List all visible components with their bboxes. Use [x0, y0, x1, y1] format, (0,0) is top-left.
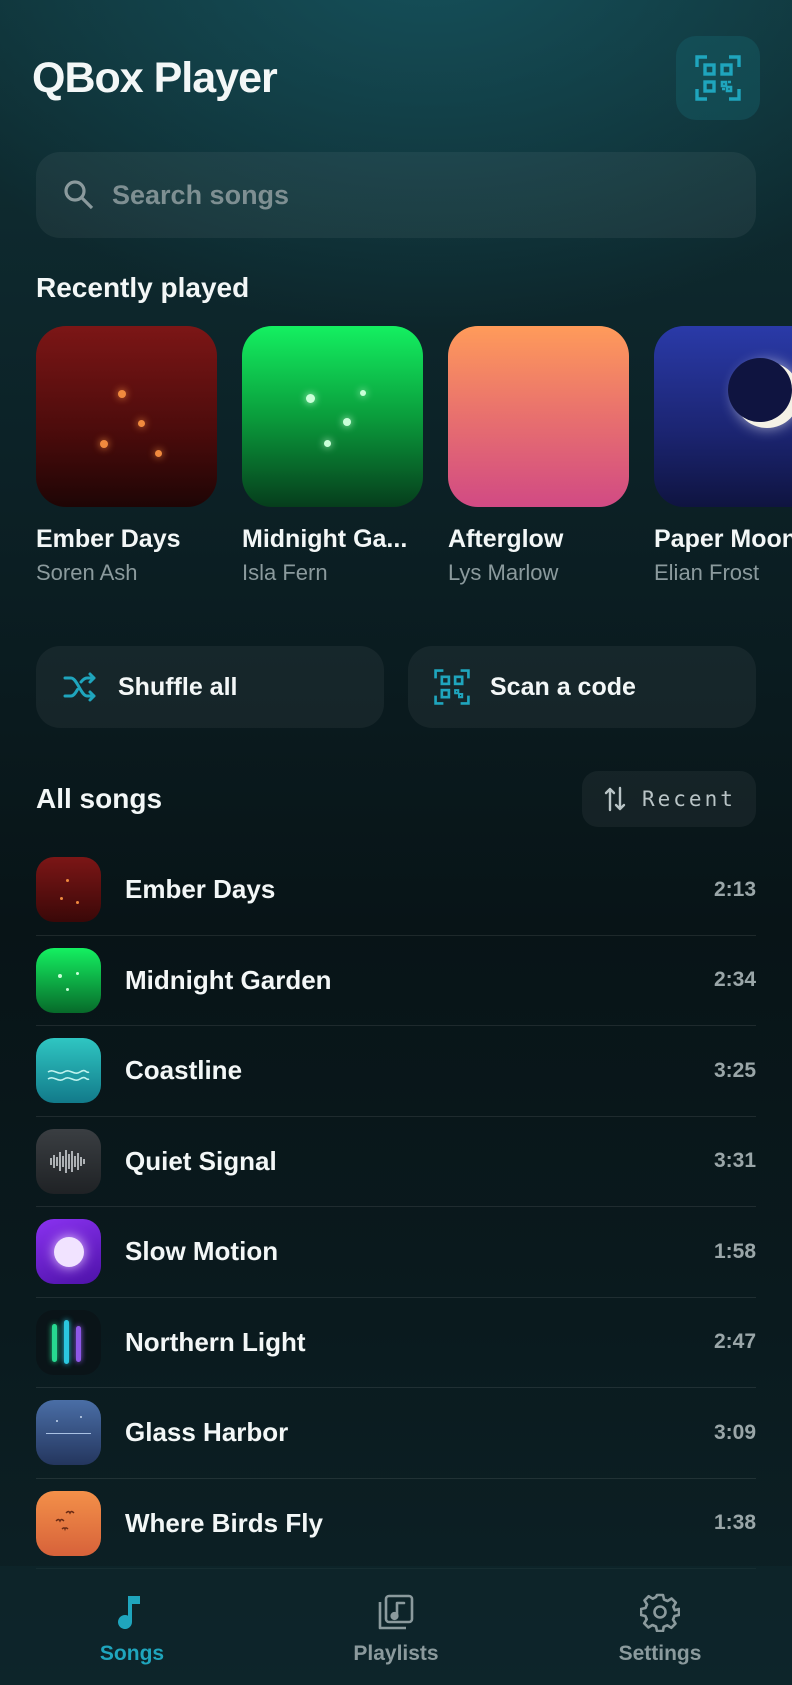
recent-title: Paper Moon: [654, 525, 792, 553]
song-row[interactable]: Slow Motion 1:58: [36, 1207, 756, 1298]
song-duration: 1:38: [713, 1511, 756, 1535]
search-input[interactable]: [112, 179, 756, 211]
song-row[interactable]: Northern Light 2:47: [36, 1298, 756, 1388]
song-row[interactable]: Ember Days 2:13: [36, 845, 756, 936]
song-thumbnail: [36, 1219, 101, 1285]
song-thumbnail: [36, 1038, 101, 1104]
waveform-icon: [50, 1149, 85, 1173]
song-title: Quiet Signal: [125, 1145, 277, 1176]
song-title: Midnight Garden: [125, 964, 332, 995]
bottom-nav: Songs Playlists Settings: [0, 1566, 792, 1685]
album-art: [448, 326, 629, 507]
recent-card[interactable]: Midnight Ga... Isla Fern: [242, 326, 423, 586]
song-row[interactable]: Midnight Garden 2:34: [36, 936, 756, 1026]
song-duration: 3:09: [713, 1420, 756, 1444]
song-duration: 2:34: [713, 968, 756, 992]
recent-title: Afterglow: [448, 525, 564, 553]
song-duration: 2:13: [713, 877, 756, 901]
recent-card[interactable]: Paper Moon Elian Frost: [654, 326, 792, 586]
playlist-icon: [378, 1594, 414, 1630]
music-note-icon: [118, 1596, 140, 1630]
recent-title: Midnight Ga...: [242, 525, 408, 553]
shuffle-icon: [63, 672, 96, 702]
song-duration: 3:25: [713, 1058, 756, 1082]
recent-artist: Lys Marlow: [448, 560, 559, 585]
nav-tab-songs[interactable]: Songs: [47, 1592, 217, 1666]
qr-scan-icon: [695, 55, 741, 101]
song-title: Where Birds Fly: [125, 1507, 323, 1538]
song-title: Ember Days: [125, 874, 276, 905]
nav-label-songs: Songs: [99, 1642, 165, 1665]
scan-qr-button[interactable]: [676, 36, 760, 120]
album-art: [242, 326, 423, 507]
app-title: QBox Player: [32, 54, 278, 102]
song-list: Ember Days 2:13 Midnight Garden 2:34 Coa…: [36, 845, 756, 1569]
shuffle-label: Shuffle all: [118, 672, 238, 701]
song-title: Slow Motion: [125, 1236, 279, 1267]
song-row[interactable]: Where Birds Fly 1:38: [36, 1479, 756, 1569]
nav-tab-settings[interactable]: Settings: [575, 1592, 745, 1666]
song-duration: 1:58: [713, 1239, 756, 1263]
recently-played-heading: Recently played: [36, 272, 250, 303]
scan-label: Scan a code: [490, 672, 636, 701]
qr-scan-icon: [434, 669, 470, 705]
shuffle-all-button[interactable]: Shuffle all: [36, 646, 384, 728]
sort-label: Recent: [642, 787, 736, 811]
recent-title: Ember Days: [36, 525, 181, 553]
header: QBox Player: [32, 36, 760, 120]
all-songs-heading: All songs: [36, 783, 163, 814]
recent-card[interactable]: Afterglow Lys Marlow: [448, 326, 629, 586]
song-row[interactable]: Coastline 3:25: [36, 1026, 756, 1117]
scan-code-button[interactable]: Scan a code: [408, 646, 756, 728]
app-screen: QBox Player Recently played: [0, 0, 792, 1685]
recent-artist: Isla Fern: [242, 560, 328, 585]
nav-label-settings: Settings: [618, 1642, 702, 1665]
birds-icon: [55, 1510, 75, 1531]
waves-icon: [47, 1070, 90, 1082]
album-art: [654, 326, 792, 507]
search-icon: [64, 180, 94, 210]
song-title: Coastline: [125, 1055, 243, 1086]
song-thumbnail: [36, 1490, 101, 1556]
song-row[interactable]: Quiet Signal 3:31: [36, 1117, 756, 1207]
song-title: Northern Light: [125, 1326, 306, 1357]
album-art: [36, 326, 217, 507]
recent-card[interactable]: Ember Days Soren Ash: [36, 326, 217, 586]
song-title: Glass Harbor: [125, 1417, 289, 1448]
nav-label-playlists: Playlists: [353, 1642, 439, 1665]
sort-button[interactable]: Recent: [582, 771, 756, 827]
song-thumbnail: [36, 1309, 101, 1375]
song-duration: 2:47: [713, 1330, 756, 1354]
recent-artist: Soren Ash: [36, 560, 138, 585]
recently-played-carousel[interactable]: Ember Days Soren Ash Midnight Ga... Isla…: [36, 326, 792, 586]
sort-icon: [604, 786, 626, 812]
song-duration: 3:31: [713, 1149, 756, 1173]
song-thumbnail: [36, 1400, 101, 1466]
song-thumbnail: [36, 947, 101, 1013]
song-thumbnail: [36, 857, 101, 923]
song-row[interactable]: Glass Harbor 3:09: [36, 1388, 756, 1479]
gear-icon: [640, 1593, 680, 1632]
search-bar[interactable]: [36, 152, 756, 238]
song-thumbnail: [36, 1128, 101, 1194]
nav-tab-playlists[interactable]: Playlists: [311, 1592, 481, 1666]
recent-artist: Elian Frost: [654, 560, 760, 585]
